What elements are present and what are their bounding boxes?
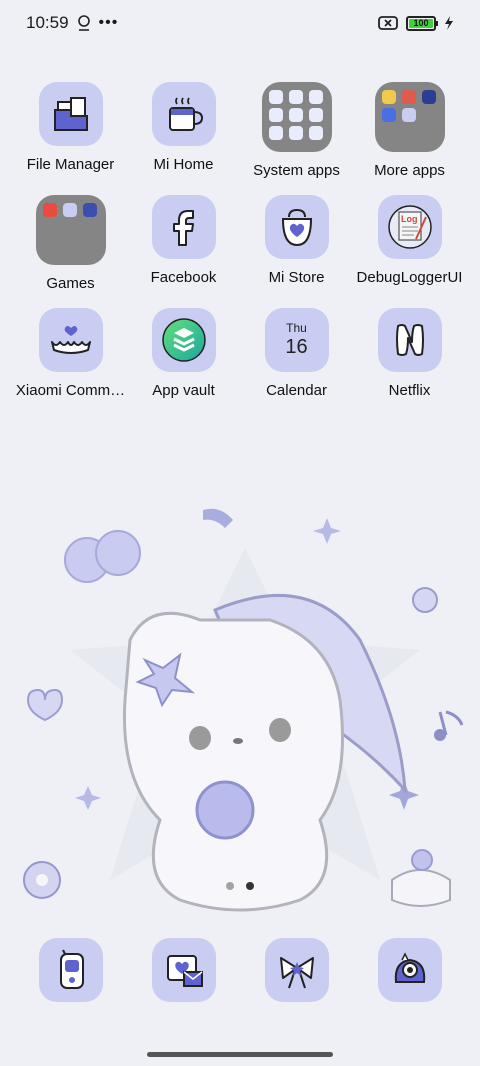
calendar-app[interactable]: Thu 16 Calendar <box>240 308 353 421</box>
more-notifications-icon: ••• <box>98 14 119 31</box>
page-indicator[interactable] <box>0 882 480 890</box>
app-vault-app[interactable]: App vault <box>127 308 240 421</box>
system-apps-folder[interactable]: System apps <box>240 82 353 195</box>
shopping-bag-heart-icon <box>264 195 329 259</box>
folder-icon <box>35 195 106 265</box>
games-folder[interactable]: Games <box>14 195 127 308</box>
battery-level: 100 <box>409 18 433 28</box>
folder-icon <box>261 82 332 152</box>
messages-app[interactable] <box>152 938 216 1002</box>
mi-store-app[interactable]: Mi Store <box>240 195 353 308</box>
app-label: File Manager <box>26 156 115 173</box>
app-label: DebugLoggerUI <box>356 269 463 286</box>
bow-icon <box>280 957 314 989</box>
calendar-icon: Thu 16 <box>264 308 329 372</box>
dock <box>14 938 466 1002</box>
home-gesture-bar[interactable] <box>147 1052 333 1057</box>
page-dot-active[interactable] <box>246 882 254 890</box>
folder-icon <box>374 82 445 152</box>
mi-home-app[interactable]: Mi Home <box>127 82 240 195</box>
more-apps-folder[interactable]: More apps <box>353 82 466 195</box>
no-sim-icon <box>378 16 398 30</box>
app-label: More apps <box>374 162 445 179</box>
layers-icon <box>151 308 216 372</box>
calendar-weekday: Thu <box>286 321 307 335</box>
camera-creature-icon <box>394 952 426 983</box>
app-label: Xiaomi Comm… <box>15 382 126 399</box>
theme-app[interactable] <box>265 938 329 1002</box>
crown-icon <box>38 308 103 372</box>
netflix-app[interactable]: Netflix <box>353 308 466 421</box>
phone-app[interactable] <box>39 938 103 1002</box>
netflix-n-icon <box>377 308 442 372</box>
svg-text:Log: Log <box>401 214 418 224</box>
heart-envelope-icon <box>167 955 203 987</box>
calendar-date: 16 <box>285 336 308 358</box>
status-bar: 10:59 ••• 100 <box>0 0 480 46</box>
coffee-mug-icon <box>151 82 216 146</box>
xiaomi-community-app[interactable]: Xiaomi Comm… <box>14 308 127 421</box>
facebook-f-icon <box>151 195 216 259</box>
file-manager-app[interactable]: File Manager <box>14 82 127 195</box>
app-label: Mi Store <box>268 269 325 286</box>
app-label: Mi Home <box>153 156 214 173</box>
page-dot[interactable] <box>226 882 234 890</box>
app-label: Calendar <box>266 382 327 399</box>
walkie-phone-icon <box>60 949 84 989</box>
app-label: Netflix <box>388 382 431 399</box>
log-icon: Log <box>377 195 442 259</box>
folder-document-icon <box>38 82 103 146</box>
location-pin-icon <box>77 15 90 31</box>
camera-app[interactable] <box>378 938 442 1002</box>
charging-bolt-icon <box>445 16 453 30</box>
app-label: App vault <box>152 382 215 399</box>
debuglogger-app[interactable]: Log DebugLoggerUI <box>353 195 466 308</box>
app-label: Facebook <box>150 269 217 286</box>
app-label: System apps <box>253 162 340 179</box>
clock: 10:59 <box>26 13 69 32</box>
app-label: Games <box>46 275 95 292</box>
facebook-app[interactable]: Facebook <box>127 195 240 308</box>
battery-icon: 100 <box>406 15 438 31</box>
